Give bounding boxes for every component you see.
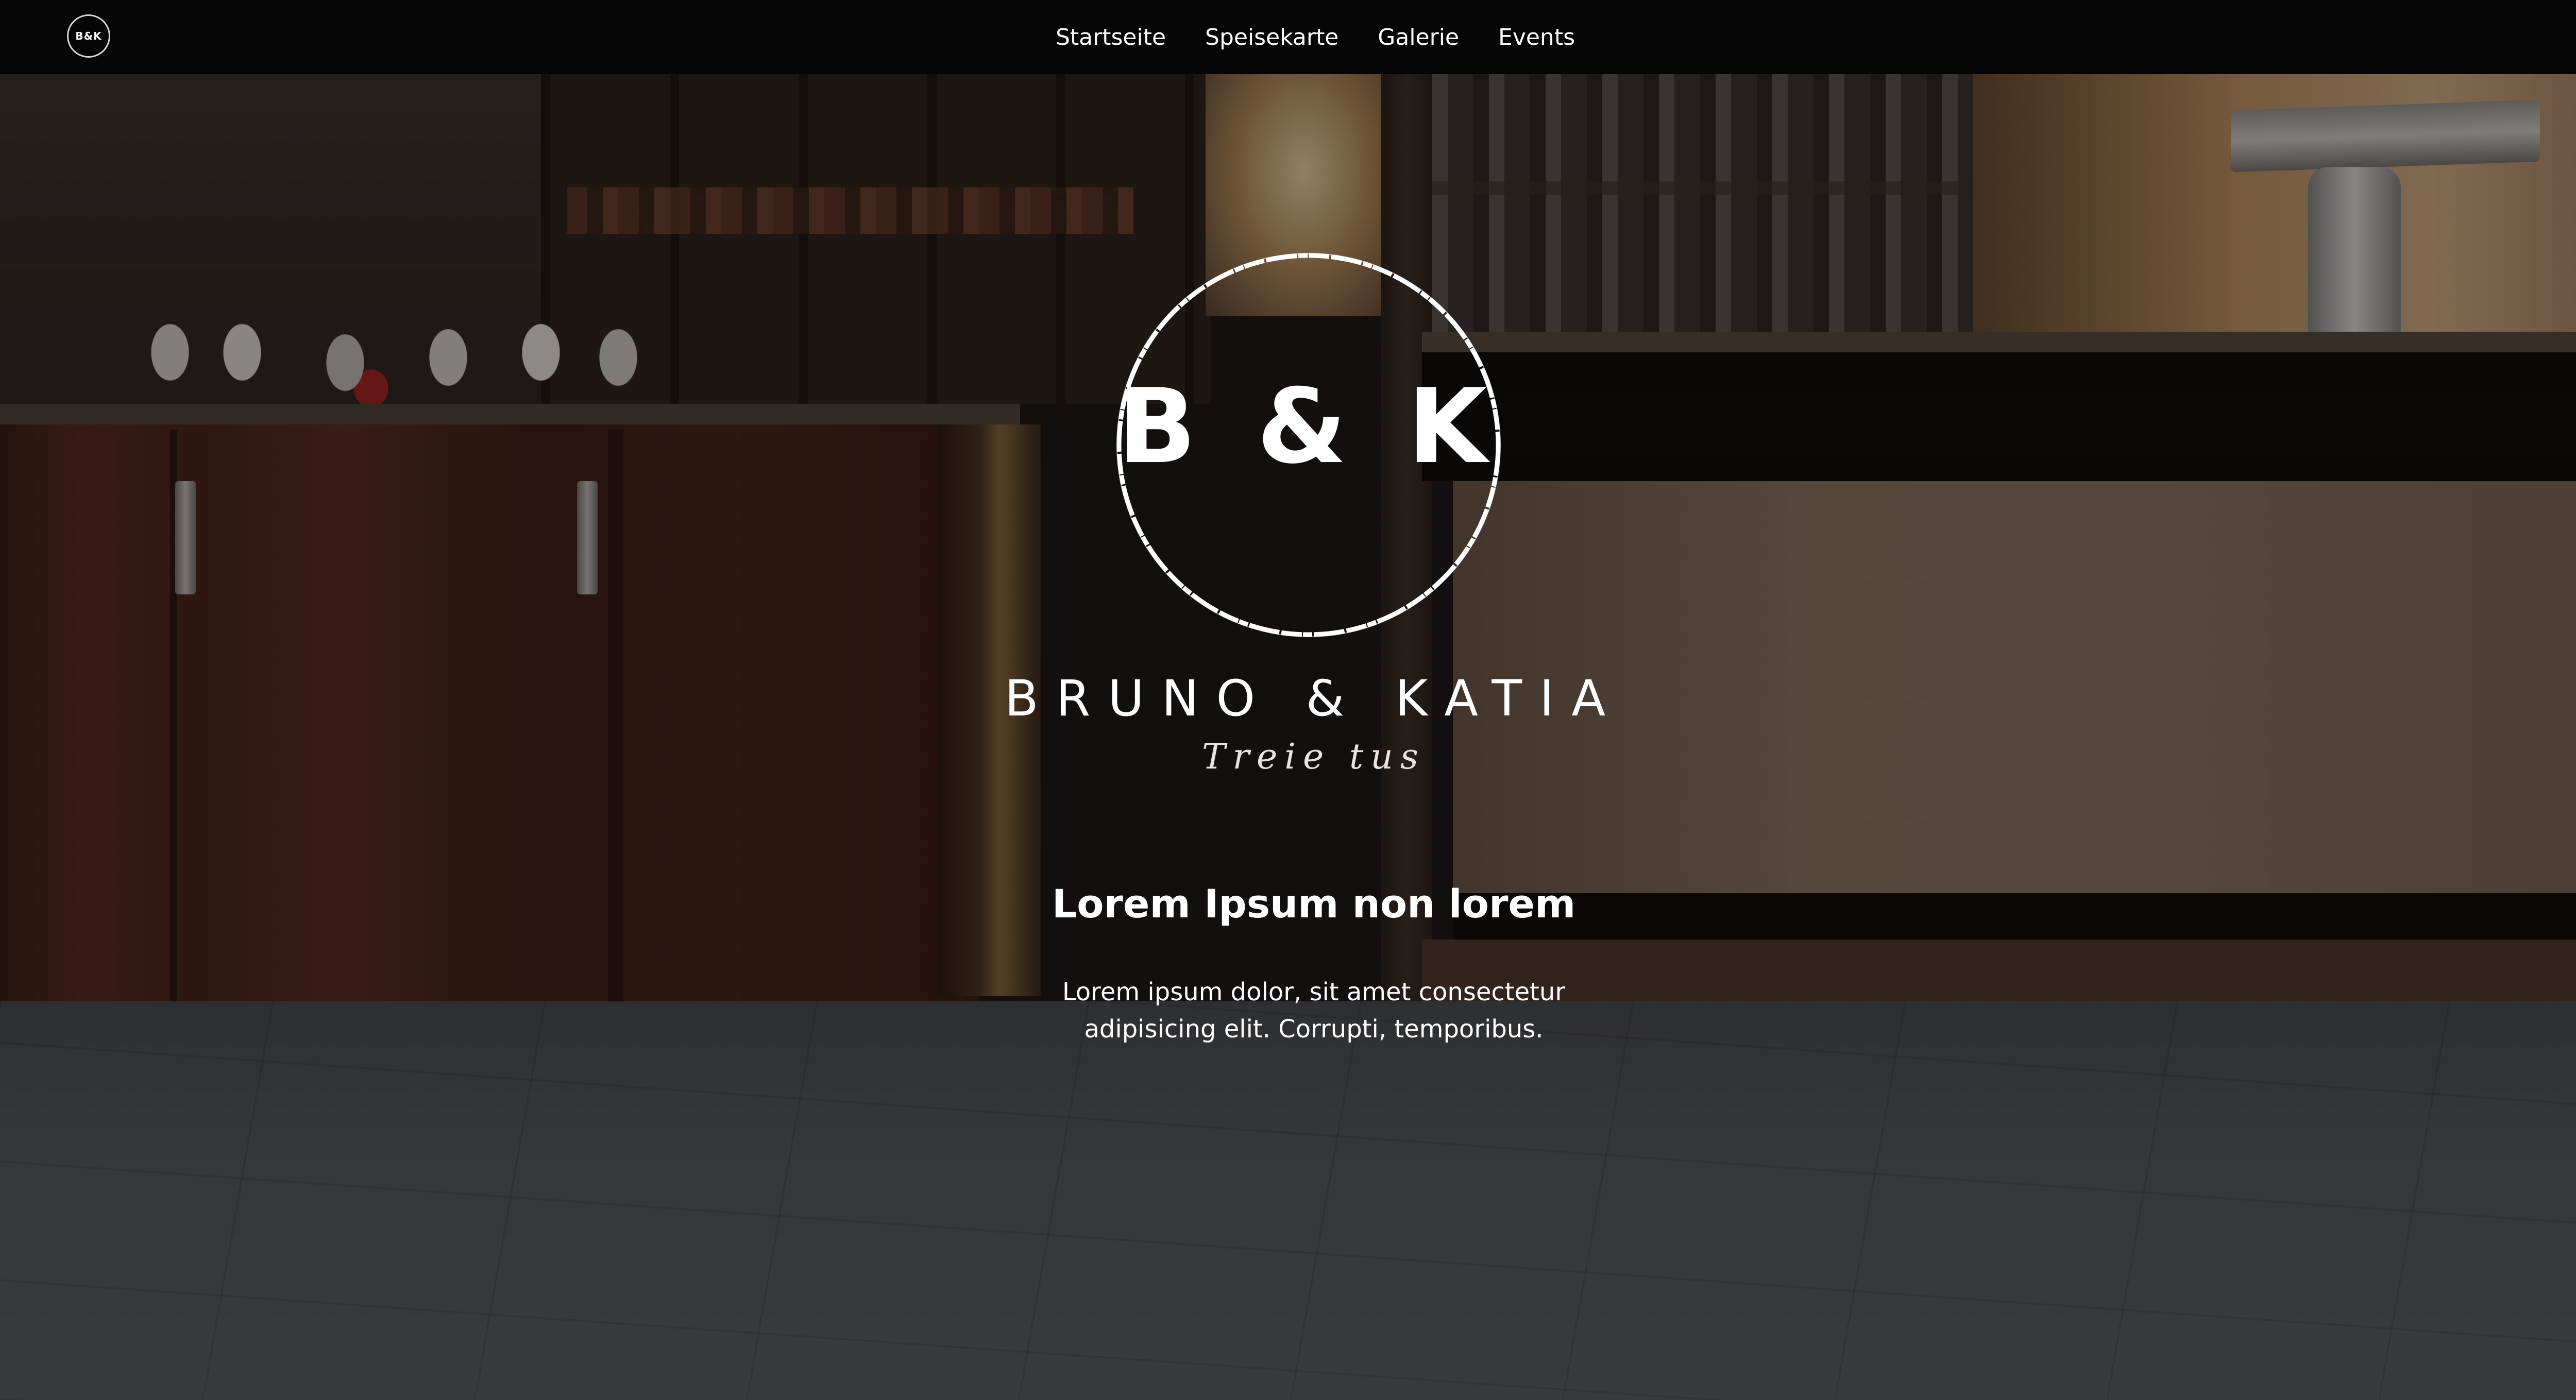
brand-name: BRUNO & KATIA — [1004, 670, 1623, 727]
navbar: B&K Startseite Speisekarte Galerie Event… — [0, 0, 2576, 74]
hero-body-line-1: Lorem ipsum dolor, sit amet consectetur — [1062, 978, 1566, 1006]
nav-link-speisekarte[interactable]: Speisekarte — [1205, 24, 1338, 50]
nav-link-startseite[interactable]: Startseite — [1056, 24, 1166, 50]
hero-body-text: Lorem ipsum dolor, sit amet consectetur … — [979, 974, 1649, 1048]
hero-body-line-2: adipisicing elit. Corrupti, temporibus. — [1084, 1015, 1544, 1044]
brand-tagline: Treie tus — [1202, 737, 1426, 777]
main-navigation: Startseite Speisekarte Galerie Events — [0, 0, 2576, 74]
emblem-monogram: B & K — [1117, 366, 1500, 487]
hero-heading: Lorem Ipsum non lorem — [1052, 881, 1576, 927]
nav-link-events[interactable]: Events — [1498, 24, 1575, 50]
nav-link-galerie[interactable]: Galerie — [1378, 24, 1459, 50]
